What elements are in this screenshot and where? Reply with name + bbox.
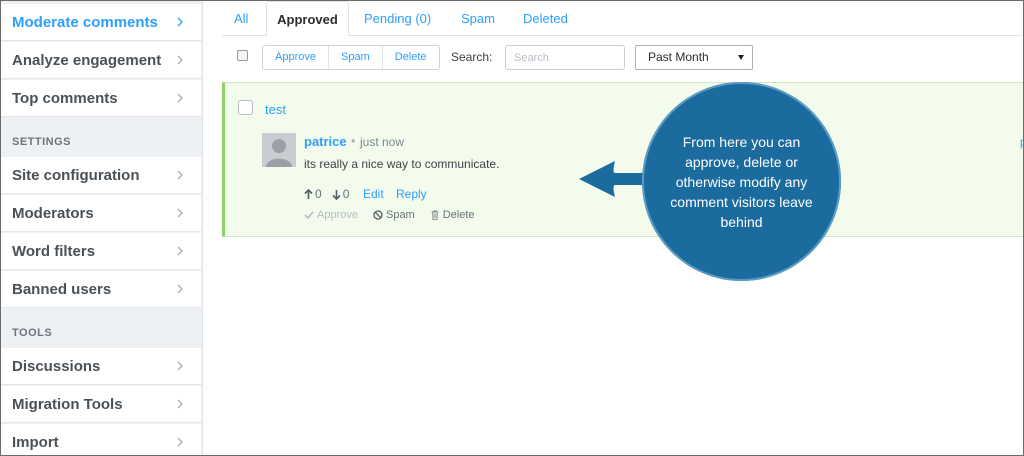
search-input[interactable] <box>505 45 625 70</box>
callout-text: From here you can approve, delete or oth… <box>670 133 813 230</box>
callout-arrow-icon <box>579 161 645 197</box>
sidebar-section-settings: SETTINGS <box>12 136 72 148</box>
tab-pending[interactable]: Pending (0) <box>364 1 431 35</box>
search-label: Search: <box>451 50 493 64</box>
chevron-right-icon <box>173 15 187 29</box>
arrow-down-icon <box>332 189 341 200</box>
tab-approved[interactable]: Approved <box>266 1 349 36</box>
main-panel: All Approved Pending (0) Spam Deleted Ap… <box>222 1 1023 455</box>
comment-timestamp[interactable]: just now <box>360 135 404 149</box>
sidebar-item-label: Discussions <box>12 357 101 375</box>
sidebar-item-label: Migration Tools <box>12 395 123 413</box>
trash-icon <box>431 210 439 220</box>
tab-deleted[interactable]: Deleted <box>523 1 568 35</box>
sidebar-item-top-comments[interactable]: Top comments <box>1 80 201 117</box>
check-icon <box>304 211 314 220</box>
delete-action-label: Delete <box>442 209 475 221</box>
arrow-up-icon <box>304 188 313 199</box>
comment-message: its really a nice way to communicate. <box>304 157 500 171</box>
sidebar-item-label: Top comments <box>12 89 118 107</box>
sidebar-item-label: Banned users <box>12 280 112 298</box>
tab-all[interactable]: All <box>234 1 248 35</box>
delete-action[interactable]: Delete <box>430 209 475 221</box>
edit-link[interactable]: Edit <box>363 187 384 201</box>
approve-action-label: Approve <box>317 209 358 221</box>
downvote-count: 0 <box>342 187 350 201</box>
moderation-toolbar: Approve Spam Delete Search: Past Month <box>222 36 1023 81</box>
avatar[interactable] <box>262 133 296 167</box>
sidebar: Moderate comments Analyze engagement Top… <box>1 1 203 455</box>
chevron-right-icon <box>173 244 187 258</box>
comment-author-link[interactable]: patrice <box>304 134 347 149</box>
ban-icon <box>373 210 383 220</box>
sidebar-item-word-filters[interactable]: Word filters <box>1 233 201 270</box>
sidebar-item-migration-tools[interactable]: Migration Tools <box>1 386 201 423</box>
sidebar-item-site-configuration[interactable]: Site configuration <box>1 157 201 194</box>
chevron-right-icon <box>173 91 187 105</box>
bulk-approve-button[interactable]: Approve <box>263 46 329 69</box>
meta-separator: • <box>351 134 356 148</box>
moderation-window: Moderate comments Analyze engagement Top… <box>0 0 1024 456</box>
truncated-link[interactable]: p <box>1020 135 1023 149</box>
date-range-value: Past Month <box>648 50 709 64</box>
sidebar-item-moderate-comments[interactable]: Moderate comments <box>1 4 201 41</box>
sidebar-item-label: Moderators <box>12 204 94 222</box>
chevron-right-icon <box>173 359 187 373</box>
spam-action-label: Spam <box>385 209 415 221</box>
chevron-right-icon <box>173 206 187 220</box>
bulk-delete-button[interactable]: Delete <box>383 46 439 69</box>
caret-down-icon <box>738 55 744 60</box>
spam-action[interactable]: Spam <box>373 209 415 221</box>
sidebar-section-tools: TOOLS <box>12 327 53 339</box>
sidebar-item-label: Word filters <box>12 242 96 260</box>
sidebar-item-label: Site configuration <box>12 166 140 184</box>
approve-action[interactable]: Approve <box>304 209 358 221</box>
upvote-count: 0 <box>315 187 322 201</box>
sidebar-item-banned-users[interactable]: Banned users <box>1 271 201 308</box>
moderation-actions: Approve Spam Delete <box>304 209 490 221</box>
callout-bubble: From here you can approve, delete or oth… <box>642 82 841 281</box>
vote-counts: 0 0 <box>304 187 359 201</box>
filter-tabs: All Approved Pending (0) Spam Deleted <box>222 1 1023 36</box>
thread-title-link[interactable]: test <box>265 102 286 117</box>
sidebar-item-label: Import <box>12 433 59 451</box>
sidebar-item-moderators[interactable]: Moderators <box>1 195 201 232</box>
chevron-right-icon <box>173 397 187 411</box>
upvote-control[interactable]: 0 <box>304 187 322 201</box>
downvote-control[interactable]: 0 <box>332 187 350 201</box>
sidebar-item-label: Moderate comments <box>12 13 158 31</box>
bulk-spam-button[interactable]: Spam <box>329 46 383 69</box>
sidebar-item-import[interactable]: Import <box>1 424 201 455</box>
chevron-right-icon <box>173 435 187 449</box>
chevron-right-icon <box>173 282 187 296</box>
chevron-right-icon <box>173 168 187 182</box>
bulk-action-group: Approve Spam Delete <box>262 45 440 70</box>
user-silhouette-icon <box>262 133 296 167</box>
sidebar-item-label: Analyze engagement <box>12 51 162 69</box>
date-range-select[interactable]: Past Month <box>635 45 753 70</box>
sidebar-item-discussions[interactable]: Discussions <box>1 348 201 385</box>
chevron-right-icon <box>173 53 187 67</box>
reply-link[interactable]: Reply <box>396 187 427 201</box>
tab-spam[interactable]: Spam <box>461 1 495 35</box>
sidebar-item-analyze-engagement[interactable]: Analyze engagement <box>1 42 201 79</box>
select-all-checkbox[interactable] <box>237 50 248 61</box>
comment-checkbox[interactable] <box>238 100 253 115</box>
